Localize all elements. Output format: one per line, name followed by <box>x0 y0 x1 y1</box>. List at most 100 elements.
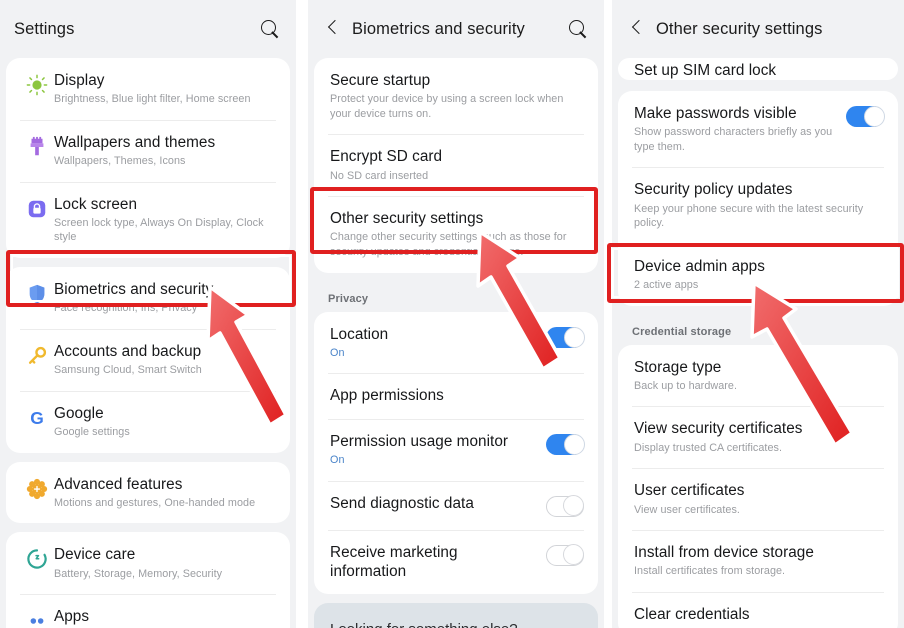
lock-icon <box>20 195 54 220</box>
settings-group-1: Display Brightness, Blue light filter, H… <box>6 58 290 259</box>
search-icon[interactable] <box>258 17 282 41</box>
row-title: Other security settings <box>330 210 484 228</box>
toggle-knob <box>864 106 885 127</box>
row-title: Biometrics and security <box>54 281 214 299</box>
toggle-knob <box>563 495 585 517</box>
row-subtitle: Back up to hardware. <box>634 379 738 392</box>
row-title: Location <box>330 325 389 343</box>
row-location[interactable]: Location On <box>314 312 598 374</box>
sidebar-item-biometrics-and-security[interactable]: Biometrics and security Face recognition… <box>6 267 290 329</box>
row-title: Make passwords visible <box>634 105 797 122</box>
toggle-knob <box>563 544 585 566</box>
row-encrypt-sd-card[interactable]: Encrypt SD card No SD card inserted <box>314 134 598 196</box>
row-subtitle: Install certificates from storage. <box>634 565 786 578</box>
row-subtitle: View user certificates. <box>634 503 740 516</box>
other-security-header: Other security settings <box>612 0 904 58</box>
settings-group-4: Device care Battery, Storage, Memory, Se… <box>6 532 290 628</box>
page-title: Settings <box>14 19 75 38</box>
row-subtitle: Face recognition, Iris, Privacy <box>54 302 198 315</box>
google-g-icon: G <box>20 404 54 429</box>
apps-dots-icon <box>20 607 54 628</box>
row-title: Security policy updates <box>634 181 793 199</box>
paint-brush-icon <box>20 133 54 158</box>
row-subtitle: Google settings <box>54 425 130 438</box>
row-title: Encrypt SD card <box>330 148 443 166</box>
permission-usage-monitor-toggle[interactable] <box>546 433 585 455</box>
row-title: Clear credentials <box>634 605 750 623</box>
sidebar-item-wallpapers-and-themes[interactable]: Wallpapers and themes Wallpapers, Themes… <box>6 119 290 182</box>
row-title: Lock screen <box>54 195 138 213</box>
looking-for-something-else-banner[interactable]: Looking for something else? <box>314 603 598 628</box>
row-permission-usage-monitor[interactable]: Permission usage monitor On <box>314 418 598 481</box>
toggle-knob <box>564 326 585 348</box>
row-title: Receive marketing information <box>330 543 458 580</box>
row-title: Storage type <box>634 358 722 376</box>
row-subtitle: No SD card inserted <box>330 169 429 182</box>
row-user-certificates[interactable]: User certificates View user certificates… <box>618 468 898 530</box>
row-security-policy-updates[interactable]: Security policy updates Keep your phone … <box>618 167 898 243</box>
make-passwords-visible-toggle[interactable] <box>846 106 885 127</box>
row-clear-credentials[interactable]: Clear credentials <box>618 591 898 628</box>
row-app-permissions[interactable]: App permissions <box>314 373 598 418</box>
shield-icon <box>20 280 54 305</box>
row-subtitle: On <box>330 346 345 359</box>
sidebar-item-google[interactable]: G Google Google settings <box>6 390 290 453</box>
row-send-diagnostic-data[interactable]: Send diagnostic data <box>314 480 598 530</box>
receive-marketing-information-toggle[interactable] <box>546 544 585 566</box>
toggle-knob <box>564 433 585 455</box>
section-label-credential-storage: Credential storage <box>632 325 732 338</box>
row-subtitle: Keep your phone secure with the latest s… <box>634 202 864 230</box>
row-title: Wallpapers and themes <box>54 133 216 151</box>
row-title: App permissions <box>330 387 444 405</box>
settings-group-2: Biometrics and security Face recognition… <box>6 267 290 453</box>
row-subtitle: Samsung Cloud, Smart Switch <box>54 364 202 377</box>
gear-flower-icon <box>20 475 54 500</box>
row-subtitle: Change other security settings, such as … <box>330 231 567 259</box>
back-chevron-icon[interactable] <box>626 18 648 40</box>
sidebar-item-apps[interactable]: Apps <box>6 594 290 628</box>
row-title: Permission usage monitor <box>330 432 509 450</box>
row-subtitle: Protect your device by using a screen lo… <box>330 93 564 120</box>
row-subtitle: Wallpapers, Themes, Icons <box>54 155 186 168</box>
credential-storage-group: Storage type Back up to hardware. View s… <box>618 344 898 628</box>
panel-biometrics-and-security: Biometrics and security Secure startup P… <box>308 0 604 628</box>
location-toggle[interactable] <box>546 326 585 348</box>
row-make-passwords-visible[interactable]: Make passwords visible Show password cha… <box>618 91 898 167</box>
sidebar-item-lock-screen[interactable]: Lock screen Screen lock type, Always On … <box>6 181 290 258</box>
row-title: Device care <box>54 546 136 564</box>
row-other-security-settings[interactable]: Other security settings Change other sec… <box>314 196 598 272</box>
sidebar-item-advanced-features[interactable]: Advanced features Motions and gestures, … <box>6 462 290 524</box>
search-icon[interactable] <box>566 17 590 41</box>
clipped-card: Set up SIM card lock <box>618 58 898 80</box>
panel-settings: Settings Display Brightness, Blue light … <box>0 0 296 628</box>
row-receive-marketing-information[interactable]: Receive marketing information <box>314 529 598 595</box>
row-subtitle: Brightness, Blue light filter, Home scre… <box>54 93 251 106</box>
row-view-security-certificates[interactable]: View security certificates Display trust… <box>618 406 898 468</box>
row-subtitle: Battery, Storage, Memory, Security <box>54 567 223 580</box>
back-chevron-icon[interactable] <box>322 18 344 40</box>
row-title: Accounts and backup <box>54 342 202 360</box>
row-secure-startup[interactable]: Secure startup Protect your device by us… <box>314 58 598 134</box>
sidebar-item-device-care[interactable]: Device care Battery, Storage, Memory, Se… <box>6 532 290 594</box>
send-diagnostic-data-toggle[interactable] <box>546 495 585 517</box>
row-subtitle: On <box>330 453 345 466</box>
sidebar-item-accounts-and-backup[interactable]: Accounts and backup Samsung Cloud, Smart… <box>6 328 290 391</box>
row-storage-type[interactable]: Storage type Back up to hardware. <box>618 345 898 407</box>
sidebar-item-display[interactable]: Display Brightness, Blue light filter, H… <box>6 58 290 120</box>
row-title: Display <box>54 72 105 89</box>
row-title: Secure startup <box>330 72 431 89</box>
row-title: Device admin apps <box>634 257 765 275</box>
biometrics-header: Biometrics and security <box>308 0 604 58</box>
panel-other-security-settings: Other security settings Set up SIM card … <box>612 0 904 628</box>
screenshot-stage: Settings Display Brightness, Blue light … <box>0 0 904 628</box>
row-title: View security certificates <box>634 420 803 438</box>
row-subtitle: Motions and gestures, One-handed mode <box>54 496 256 509</box>
settings-group-3: Advanced features Motions and gestures, … <box>6 461 290 524</box>
row-set-up-sim-card-lock[interactable]: Set up SIM card lock <box>618 58 898 80</box>
settings-header: Settings <box>0 0 296 58</box>
row-install-from-device-storage[interactable]: Install from device storage Install cert… <box>618 530 898 592</box>
key-icon <box>20 342 54 367</box>
row-title: Install from device storage <box>634 544 814 562</box>
row-device-admin-apps[interactable]: Device admin apps 2 active apps <box>618 243 898 306</box>
row-title: Google <box>54 404 104 422</box>
